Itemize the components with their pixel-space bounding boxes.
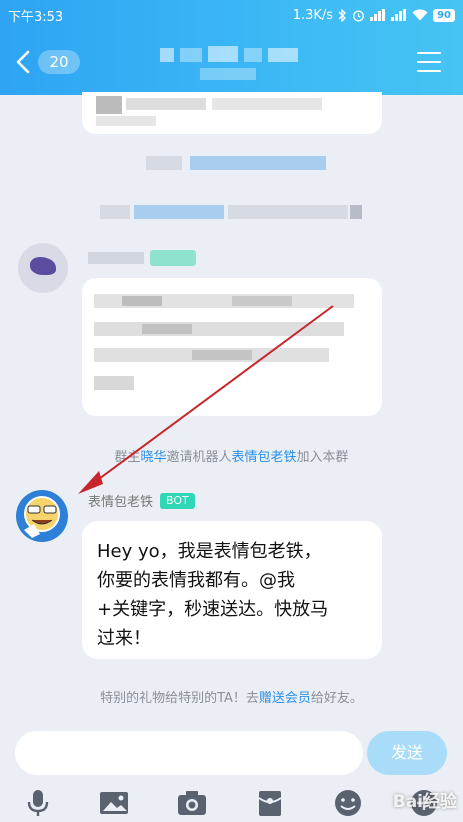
annotation-arrow xyxy=(78,305,334,494)
camera-icon[interactable] xyxy=(176,788,208,818)
baidu-watermark: Bai经验 xyxy=(392,792,457,812)
image-icon[interactable] xyxy=(98,788,130,818)
input-toolbar: Bai经验 xyxy=(0,784,463,822)
red-packet-icon[interactable] xyxy=(254,788,286,818)
message-input[interactable] xyxy=(15,731,363,775)
microphone-icon[interactable] xyxy=(22,788,54,818)
send-button[interactable]: 发送 xyxy=(367,731,447,775)
emoji-icon[interactable] xyxy=(332,788,364,818)
